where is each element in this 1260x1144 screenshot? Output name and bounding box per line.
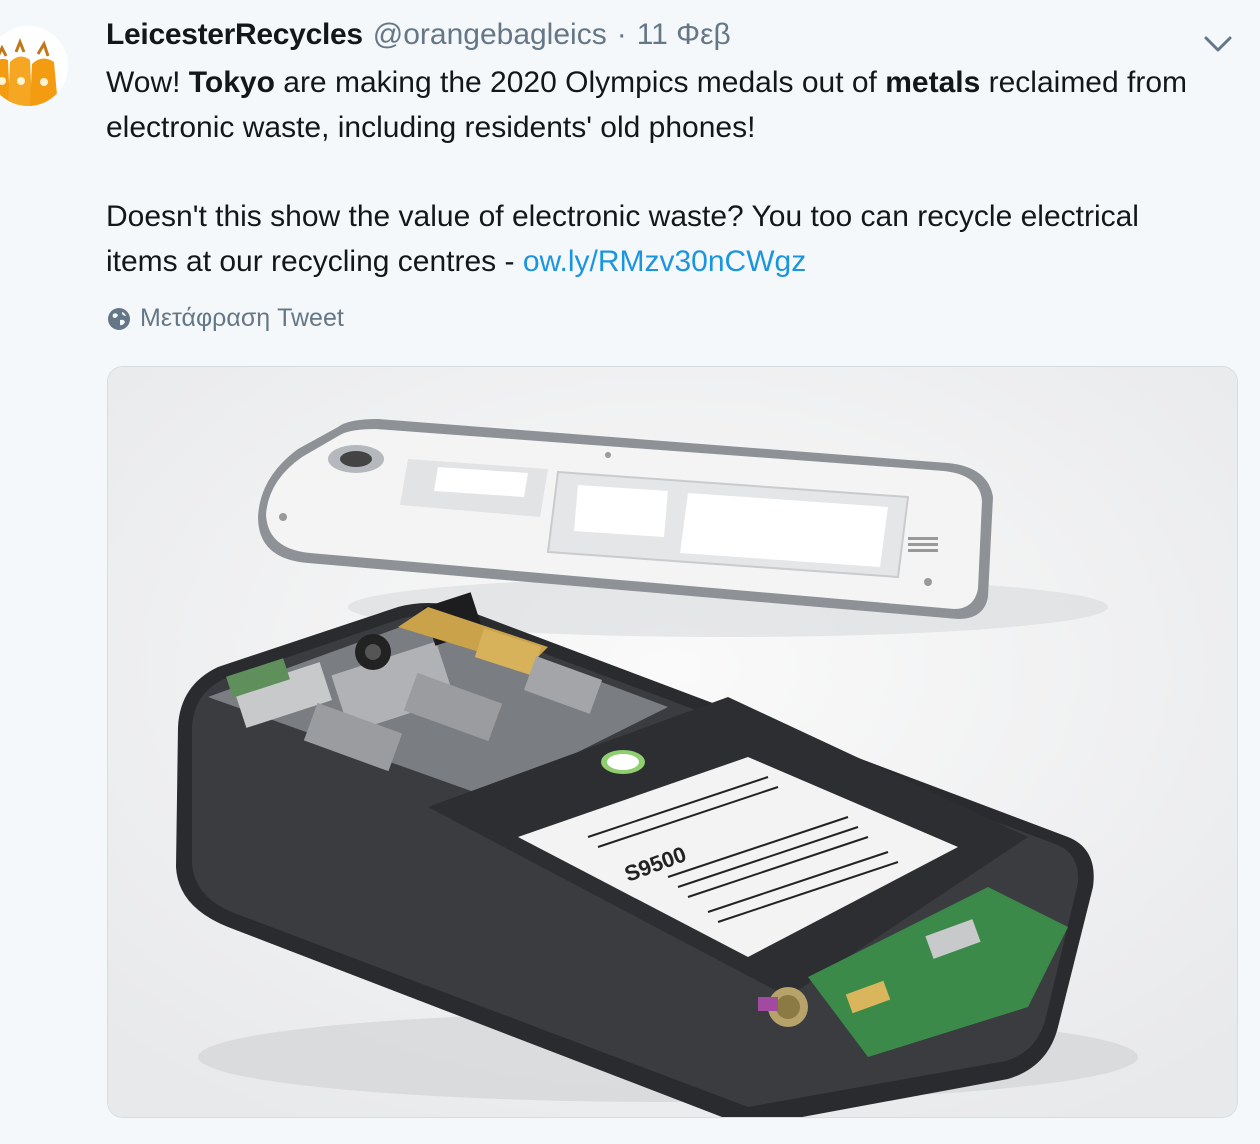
tweet-media-image[interactable]: S9500 [107, 366, 1238, 1118]
tweet-line-4: items at our recycling centres - ow.ly/R… [106, 239, 1246, 284]
tweet-line-2: electronic waste, including residents' o… [106, 111, 756, 144]
tweet-line-3: Doesn't this show the value of electroni… [106, 200, 1139, 233]
phone-photo: S9500 [108, 367, 1237, 1117]
text-segment: items at our recycling centres - [106, 245, 523, 278]
user-handle[interactable]: @orangebagleics [373, 18, 607, 52]
translate-label: Μετάφραση Tweet [140, 304, 344, 332]
text-segment: reclaimed from [980, 66, 1188, 99]
display-name[interactable]: LeicesterRecycles [106, 18, 363, 52]
tweet-menu-button[interactable] [1198, 26, 1238, 62]
globe-icon [108, 307, 130, 330]
tweet-date[interactable]: 11 Φεβ [637, 18, 731, 52]
text-segment: are making the 2020 Olympics medals out … [274, 66, 886, 99]
separator-dot: · [616, 18, 627, 51]
tweet[interactable]: LeicesterRecycles @orangebagleics · 11 Φ… [0, 0, 1260, 1144]
avatar[interactable] [0, 26, 68, 106]
tweet-line-1: Wow! Tokyo are making the 2020 Olympics … [106, 60, 1246, 105]
bold-tokyo: Tokyo [188, 66, 275, 99]
bold-metals: metals [885, 66, 981, 99]
translate-tweet-button[interactable]: Μετάφραση Tweet [106, 304, 344, 333]
tweet-header: LeicesterRecycles @orangebagleics · 11 Φ… [106, 18, 731, 52]
text-segment: Wow! [106, 66, 189, 99]
orange-bags-avatar-icon [0, 26, 68, 106]
chevron-down-icon [1204, 36, 1232, 52]
tweet-link[interactable]: ow.ly/RMzv30nCWgz [523, 245, 806, 278]
tweet-text: Wow! Tokyo are making the 2020 Olympics … [106, 60, 1246, 284]
